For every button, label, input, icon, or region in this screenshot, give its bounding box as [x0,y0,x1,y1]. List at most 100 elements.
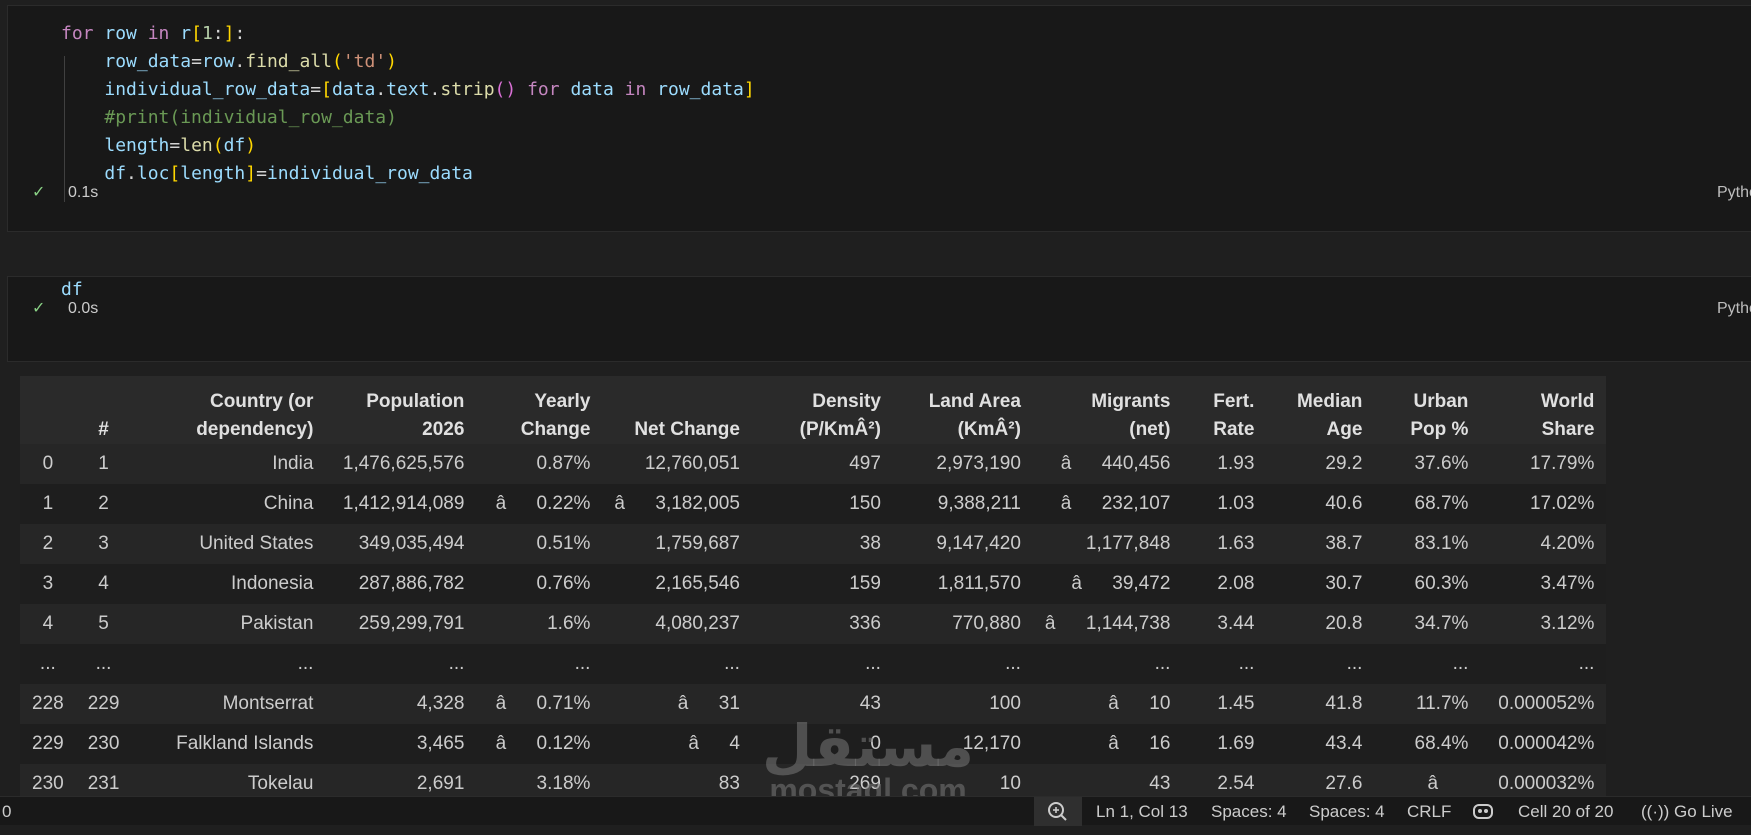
status-left[interactable]: 0 [2,797,11,826]
table-cell: 17.79% [1529,453,1595,474]
table-cell: â16 [1108,733,1171,754]
cursor-position[interactable]: Ln 1, Col 13 [1096,797,1188,826]
table-cell: 11.7% [1415,693,1469,714]
code-token: ] [245,163,257,184]
zoom-button[interactable] [1034,797,1082,826]
table-cell: Pakistan [240,613,314,634]
column-header-line2: Share [1541,419,1595,440]
column-header[interactable]: Median Age [1266,376,1374,444]
row-index: 1 [42,493,54,514]
table-row: 230 231 Tokelau 2,691 3.18% 83 269 10 43 2.54 27.6… [20,764,1607,796]
table-cell: ... [574,653,591,674]
table-cell: 1.6% [547,613,591,634]
table-cell: â31 [677,693,740,714]
zoom-in-icon [1048,802,1067,821]
table-cell: China [263,493,314,514]
exec-time: 0.1s [68,184,99,201]
indentation-2[interactable]: Spaces: 4 [1309,797,1385,826]
table-cell: â0.22% [495,493,591,514]
column-header[interactable]: Population 2026 [325,376,476,444]
table-header-row: # Country (or dependency) Population 2026 Yea… [20,376,1607,444]
column-header[interactable]: Land Area (KmÂ²) [893,376,1033,444]
copilot-icon[interactable] [1471,797,1495,826]
table-cell: â10 [1108,693,1171,714]
table-row: 228 229 Montserrat 4,328 â0.71% â31 43 100 â… [20,684,1607,724]
code-token: ] [743,79,755,100]
table-cell: 1,476,625,576 [342,453,465,474]
table-cell: 2,691 [416,773,465,794]
table-cell: 60.3% [1414,573,1469,594]
code-token: = [256,163,267,184]
column-header-line1: Population [366,391,465,412]
code-line[interactable]: row_data=row.find_all('td') [61,48,397,76]
table-cell: 34.7% [1414,613,1469,634]
code-cell-2[interactable]: df ✓ 0.0s Python [7,276,1751,362]
column-header[interactable]: World Share [1480,376,1606,444]
column-header[interactable] [20,376,76,444]
column-header-line1: Country (or [209,391,314,412]
table-cell: 0.76% [536,573,591,594]
table-cell: 1.93 [1217,453,1255,474]
column-header-line1: Migrants [1091,391,1171,412]
column-header[interactable]: Migrants (net) [1033,376,1183,444]
code-line[interactable]: #print(individual_row_data) [61,104,397,132]
go-live-button[interactable]: ((·)) Go Live [1641,797,1733,826]
code-cell-1[interactable]: for row in r[1:]: row_data=row.find_all(… [7,5,1751,232]
table-cell: 770,880 [952,613,1021,634]
cell-language-2[interactable]: Python [1717,298,1751,320]
table-cell: 0 [870,733,881,754]
table-cell: 100 [989,693,1021,714]
code-token: ( [212,135,224,156]
table-cell: 269 [849,773,881,794]
table-cell: â440,456 [1060,453,1171,474]
column-header[interactable]: Yearly Change [476,376,602,444]
table-cell: 1 [98,453,109,474]
column-header[interactable]: Fert. Rate [1182,376,1266,444]
column-header-line1: World [1540,391,1595,412]
code-line[interactable]: length=len(df) [61,132,256,160]
table-cell: 150 [849,493,881,514]
code-token: df [223,135,246,156]
code-line[interactable]: df.loc[length]=individual_row_data [61,160,473,188]
code-token: . [429,79,441,100]
column-header-line2: Change [520,419,591,440]
table-cell: 1,412,914,089 [342,493,465,514]
indentation-1[interactable]: Spaces: 4 [1211,797,1287,826]
table-cell: ... [1154,653,1171,674]
column-header[interactable]: # [76,376,132,444]
cell-language-1[interactable]: Python [1717,182,1751,204]
table-cell: 37.6% [1414,453,1469,474]
code-token: for [527,79,560,100]
code-token: ( [331,51,343,72]
column-header[interactable]: Country (or dependency) [131,376,325,444]
table-cell: 287,886,782 [358,573,465,594]
code-token: = [191,51,202,72]
code-token: [ [169,163,181,184]
line-ending[interactable]: CRLF [1407,797,1451,826]
table-cell: 17.02% [1529,493,1595,514]
check-icon: ✓ [32,184,46,201]
code-token: data [331,79,376,100]
column-header[interactable]: Net Change [602,376,752,444]
code-token: length [104,135,170,156]
code-token: find_all [245,51,332,72]
table-cell: 3.12% [1540,613,1595,634]
column-header-line2: (KmÂ²) [957,419,1021,440]
code-token: [ [321,79,332,100]
cell-exec-status-2: ✓ 0.0s [32,298,98,320]
column-header-line2: (P/KmÂ²) [799,419,881,440]
table-row: ....................................... [20,644,1607,684]
code-token: . [375,79,387,100]
table-cell: 29.2 [1325,453,1363,474]
code-line[interactable]: for row in r[1:]: [61,20,245,48]
code-token: row_data [657,79,744,100]
column-header[interactable]: Urban Pop % [1374,376,1480,444]
cell-count[interactable]: Cell 20 of 20 [1518,797,1613,826]
table-cell: ... [865,653,881,674]
code-line[interactable]: individual_row_data=[data.text.strip() f… [61,76,755,104]
column-header[interactable]: Density (P/KmÂ²) [752,376,893,444]
code-token: row [201,51,235,72]
